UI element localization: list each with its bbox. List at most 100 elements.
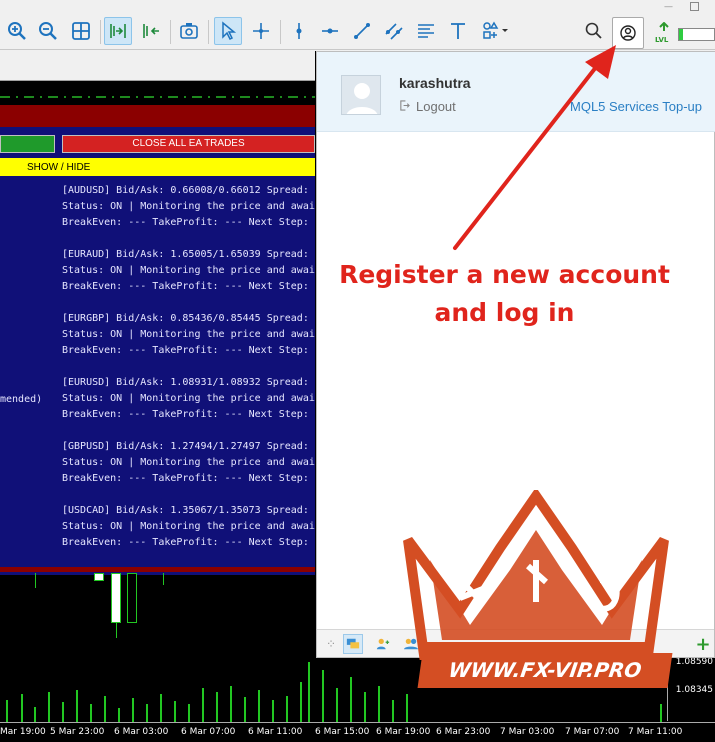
volume-bar [188,704,190,722]
autoscroll-icon[interactable] [137,17,165,45]
time-label: 7 Mar 07:00 [565,727,620,737]
volume-bar [6,700,8,722]
pair-block-eurgbp: [EURGBP] Bid/Ask: 0.85436/0.85445 Spread… [62,311,315,359]
volume-bar [244,697,246,722]
chats-icon[interactable] [343,634,363,654]
volume-bar [62,702,64,722]
time-label: 6 Mar 07:00 [181,727,236,737]
zoom-in-icon[interactable] [3,17,31,45]
screenshot-root: LVL — CLOSE ALL EA TRADES SHOW / HIDE [A… [0,0,715,742]
price-label: 1.08345 [675,685,713,695]
chart-shift-icon[interactable] [104,17,132,45]
candle [94,573,104,581]
level-progress-bar [678,28,715,41]
pair-levels: BreakEven: --- TakeProfit: --- Next Step… [62,217,315,228]
volume-bar [76,690,78,722]
volume-bar [364,692,366,722]
horizontal-line-icon[interactable] [316,17,344,45]
level-icon: LVL [655,21,673,44]
dashed-level-line [0,96,315,98]
candle [163,573,164,585]
volume-bar [350,677,352,722]
window-minimize-icon[interactable]: — [664,2,673,12]
volume-bar [308,662,310,722]
time-label: 6 Mar 19:00 [376,727,431,737]
ea-start-button[interactable] [0,135,55,153]
volume-bar [300,682,302,722]
annotation-line-2: and log in [434,298,575,327]
chart-header [0,51,315,81]
trendline-icon[interactable] [348,17,376,45]
annotation-arrow [453,45,616,250]
pair-status: Status: ON | Monitoring the price and aw… [62,329,315,340]
pair-levels: BreakEven: --- TakeProfit: --- Next Step… [62,409,315,420]
volume-bar [202,688,204,722]
fx-vip-url: WWW.FX-VIP.PRO [417,653,673,688]
close-all-ea-trades-button[interactable]: CLOSE ALL EA TRADES [62,135,315,153]
grid-icon[interactable] [67,17,95,45]
time-label: 6 Mar 23:00 [436,727,491,737]
pair-block-euraud: [EURAUD] Bid/Ask: 1.65005/1.65039 Spread… [62,247,315,295]
add-icon[interactable]: + [693,634,713,655]
pair-levels: BreakEven: --- TakeProfit: --- Next Step… [62,473,315,484]
fibonacci-icon[interactable] [412,17,440,45]
time-label: 7 Mar 03:00 [500,727,555,737]
time-label: 5 Mar 23:00 [50,727,105,737]
screenshot-icon[interactable] [175,17,203,45]
annotation-line-1: Register a new account [339,260,670,289]
pair-block-audusd: [AUDUSD] Bid/Ask: 0.66008/0.66012 Spread… [62,183,315,231]
volume-bar [104,696,106,722]
candle [111,573,121,623]
ea-footer-bar [0,567,315,572]
time-label: 6 Mar 15:00 [315,727,370,737]
pair-levels: BreakEven: --- TakeProfit: --- Next Step… [62,345,315,356]
channel-icon[interactable] [380,17,408,45]
candle [127,573,137,623]
volume-bar [258,690,260,722]
volume-bar [216,692,218,722]
pair-status: Status: ON | Monitoring the price and aw… [62,265,315,276]
volume-bar [160,694,162,722]
pair-quote: [GBPUSD] Bid/Ask: 1.27494/1.27497 Spread… [62,441,315,452]
truncated-side-text: mended) [0,394,43,405]
time-axis: Mar 19:00 5 Mar 23:00 6 Mar 03:00 6 Mar … [0,722,715,742]
crosshair-icon[interactable] [247,17,275,45]
pair-quote: [EURAUD] Bid/Ask: 1.65005/1.65039 Spread… [62,249,315,260]
volume-bar [322,670,324,722]
price-label: 1.08590 [675,657,713,667]
avatar[interactable] [341,75,381,115]
volume-bar [146,704,148,722]
pair-quote: [AUDUSD] Bid/Ask: 0.66008/0.66012 Spread… [62,185,315,196]
pair-status: Status: ON | Monitoring the price and aw… [62,457,315,468]
volume-bar [272,700,274,722]
volume-bar [660,704,662,722]
pair-status: Status: ON | Monitoring the price and aw… [62,521,315,532]
contacts-icon[interactable] [373,634,393,654]
volume-bar [336,688,338,722]
cursor-icon[interactable] [214,17,242,45]
candle [116,623,117,638]
time-label: Mar 19:00 [0,727,46,737]
volume-bar [34,707,36,722]
zoom-out-icon[interactable] [34,17,62,45]
drag-handle-icon[interactable]: ⁘ [321,634,341,654]
volume-bar [286,696,288,722]
window-maximize-icon[interactable] [690,2,699,11]
time-label: 6 Mar 11:00 [248,727,303,737]
volume-bar [132,698,134,722]
volume-bar [48,692,50,722]
volume-bar [406,694,408,722]
pair-block-usdcad: [USDCAD] Bid/Ask: 1.35067/1.35073 Spread… [62,503,315,551]
volume-bar [230,686,232,722]
pair-quote: [EURGBP] Bid/Ask: 0.85436/0.85445 Spread… [62,313,315,324]
volume-bar [392,700,394,722]
volume-bar [118,708,120,722]
volume-bar [90,704,92,722]
vertical-line-icon[interactable] [285,17,313,45]
show-hide-label[interactable]: SHOW / HIDE [27,162,90,173]
ea-header-bar [0,105,315,127]
volume-bar [378,686,380,722]
volume-bar [21,694,23,722]
pair-block-gbpusd: [GBPUSD] Bid/Ask: 1.27494/1.27497 Spread… [62,439,315,487]
show-hide-bar[interactable]: SHOW / HIDE [0,158,315,176]
